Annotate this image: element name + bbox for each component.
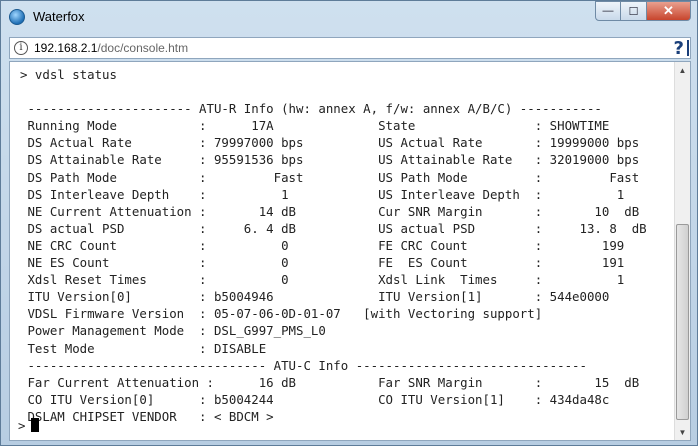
console-lines: > vdsl status ---------------------- ATU… xyxy=(20,66,647,425)
console-line: DS actual PSD : 6. 4 dB US actual PSD : … xyxy=(20,220,647,236)
url-host: 192.168.2.1 xyxy=(34,41,98,55)
vertical-scrollbar[interactable]: ▲ ▼ xyxy=(674,62,690,440)
console-line: Xdsl Reset Times : 0 Xdsl Link Times : 1 xyxy=(20,272,625,288)
console-line: Running Mode : 17A State : SHOWTIME xyxy=(20,118,610,134)
console-line: NE Current Attenuation : 14 dB Cur SNR M… xyxy=(20,203,640,219)
console-line: VDSL Firmware Version : 05-07-06-0D-01-0… xyxy=(20,306,543,322)
window-controls: — ☐ ✕ xyxy=(595,1,691,23)
url-path: /doc/console.htm xyxy=(97,41,189,55)
help-icon[interactable]: ? xyxy=(674,38,689,59)
console-line: ---------------------- ATU-R Info (hw: a… xyxy=(20,101,602,117)
page-content: > vdsl status ---------------------- ATU… xyxy=(9,61,691,441)
console-line: -------------------------------- ATU-C I… xyxy=(20,357,587,373)
window-title: Waterfox xyxy=(33,9,85,24)
console-line: Far Current Attenuation : 16 dB Far SNR … xyxy=(20,374,640,390)
scrollbar-thumb[interactable] xyxy=(676,224,689,420)
scroll-up-arrow-icon[interactable]: ▲ xyxy=(675,62,690,78)
browser-window: Waterfox — ☐ ✕ i 192.168.2.1/doc/console… xyxy=(0,0,698,446)
console-line: NE ES Count : 0 FE ES Count : 191 xyxy=(20,255,625,271)
console-line: ITU Version[0] : b5004946 ITU Version[1]… xyxy=(20,289,610,305)
maximize-button[interactable]: ☐ xyxy=(621,1,647,21)
site-info-icon[interactable]: i xyxy=(14,41,28,55)
minimize-button[interactable]: — xyxy=(595,1,621,21)
console-prompt[interactable]: > xyxy=(18,418,40,433)
url-text[interactable]: 192.168.2.1/doc/console.htm xyxy=(34,41,188,55)
console-line: DS Path Mode : Fast US Path Mode : Fast xyxy=(20,169,640,185)
address-bar[interactable]: i 192.168.2.1/doc/console.htm ? xyxy=(9,37,691,59)
console-line: DS Attainable Rate : 95591536 bps US Att… xyxy=(20,152,640,168)
console-line: DSLAM CHIPSET VENDOR : < BDCM > xyxy=(20,408,274,424)
close-button[interactable]: ✕ xyxy=(647,1,691,21)
console-line: Test Mode : DISABLE xyxy=(20,340,267,356)
console-output: > vdsl status ---------------------- ATU… xyxy=(10,62,674,440)
console-line: Power Management Mode : DSL_G997_PMS_L0 xyxy=(20,323,326,339)
console-line: DS Interleave Depth : 1 US Interleave De… xyxy=(20,186,625,202)
console-line: NE CRC Count : 0 FE CRC Count : 199 xyxy=(20,237,625,253)
console-line: > vdsl status xyxy=(20,67,117,82)
text-cursor xyxy=(31,418,40,432)
prompt-symbol: > xyxy=(18,418,26,433)
waterfox-logo-icon xyxy=(9,9,25,25)
title-bar[interactable]: Waterfox — ☐ ✕ xyxy=(1,1,697,35)
console-line: DS Actual Rate : 79997000 bps US Actual … xyxy=(20,135,640,151)
console-line: CO ITU Version[0] : b5004244 CO ITU Vers… xyxy=(20,391,610,407)
scroll-down-arrow-icon[interactable]: ▼ xyxy=(675,424,690,440)
